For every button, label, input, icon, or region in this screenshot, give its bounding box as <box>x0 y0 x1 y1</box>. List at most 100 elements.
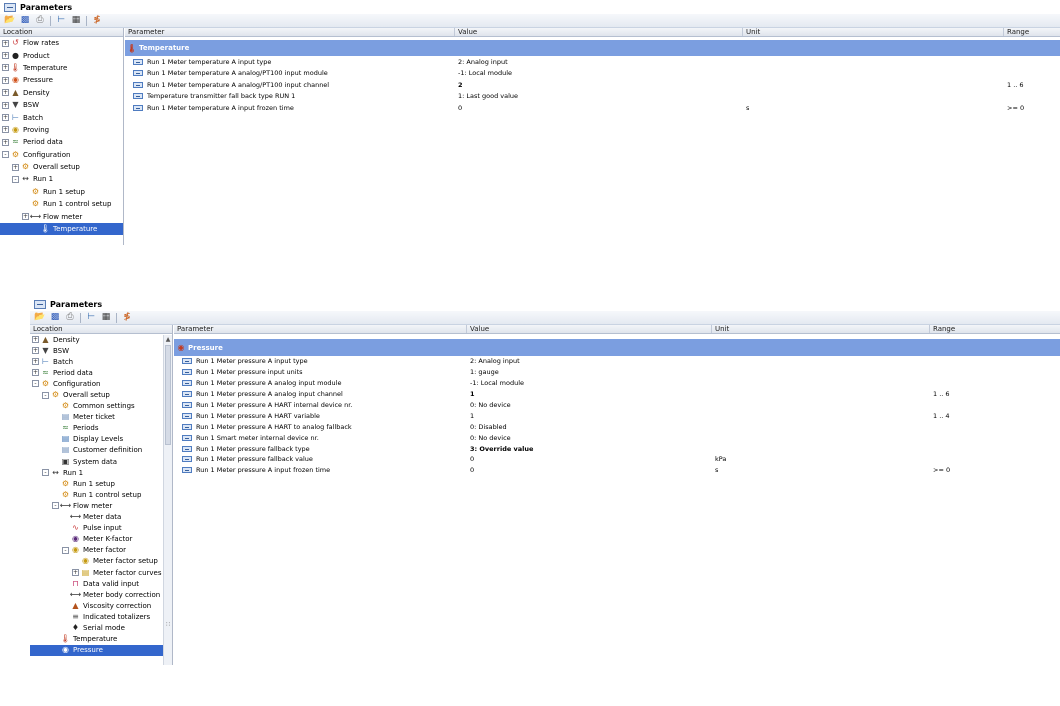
expand-icon[interactable]: + <box>32 369 39 377</box>
column-unit[interactable]: Unit <box>743 28 1004 36</box>
tree-item-serial-mode[interactable]: ♦ Serial mode <box>30 622 172 633</box>
parameter-row[interactable]: Run 1 Meter temperature A analog/PT100 i… <box>125 68 1060 80</box>
tree-item-period-data[interactable]: + ≈ Period data <box>30 367 172 378</box>
column-range[interactable]: Range <box>930 325 1060 333</box>
tree-item-overall-setup[interactable]: - ⚙ Overall setup <box>30 389 172 400</box>
tree-item-period-data[interactable]: + ≈ Period data <box>0 136 123 148</box>
expand-icon[interactable]: + <box>2 52 9 60</box>
value-cell[interactable]: 0: No device <box>467 401 712 409</box>
value-cell[interactable]: 0 <box>467 455 712 463</box>
tree-item-periods[interactable]: ≈ Periods <box>30 423 172 434</box>
value-cell[interactable]: 0: No device <box>467 434 712 442</box>
grip-icon[interactable]: ∷ <box>164 621 172 628</box>
print-icon[interactable]: ⎙ <box>34 15 46 26</box>
tree-item-meter-data[interactable]: ⟷ Meter data <box>30 512 172 523</box>
collapse-icon[interactable]: - <box>2 151 9 159</box>
tree-item-temperature[interactable]: 🌡 Temperature <box>0 222 123 236</box>
parameter-row[interactable]: Run 1 Meter temperature A input frozen t… <box>125 102 1060 114</box>
tree-item-display-levels[interactable]: ▤ Display Levels <box>30 434 172 445</box>
tree-item-configuration[interactable]: - ⚙ Configuration <box>0 149 123 161</box>
value-cell[interactable]: -1: Local module <box>455 69 743 77</box>
tree-item-density[interactable]: + ▲ Density <box>0 87 123 99</box>
tree-item-run-1-control-setup[interactable]: ⚙ Run 1 control setup <box>0 198 123 210</box>
tree-item-common-settings[interactable]: ⚙ Common settings <box>30 401 172 412</box>
column-parameter[interactable]: Parameter <box>174 325 467 333</box>
value-cell[interactable]: 1: gauge <box>467 368 712 376</box>
tree-icon[interactable]: ⊢ <box>55 15 67 26</box>
parameter-row[interactable]: Temperature transmitter fall back type R… <box>125 91 1060 103</box>
parameter-row[interactable]: Run 1 Meter pressure input units 1: gauge <box>174 367 1060 378</box>
value-cell[interactable]: 1: Last good value <box>455 92 743 100</box>
parameter-row[interactable]: Run 1 Meter pressure fallback value 0 kPa <box>174 454 1060 465</box>
tree-item-temperature[interactable]: + 🌡 Temperature <box>0 62 123 74</box>
tree-item-run-1[interactable]: - ↭ Run 1 <box>0 173 123 185</box>
expand-icon[interactable]: + <box>72 569 79 577</box>
tree-item-meter-body-correction[interactable]: ⟷ Meter body correction <box>30 589 172 600</box>
tree-item-overall-setup[interactable]: + ⚙ Overall setup <box>0 161 123 173</box>
expand-icon[interactable]: + <box>32 336 39 344</box>
parameter-row[interactable]: Run 1 Meter temperature A input type 2: A… <box>125 56 1060 68</box>
value-cell[interactable]: -1: Local module <box>467 379 712 387</box>
filter-icon[interactable]: ≸ <box>91 15 103 26</box>
expand-icon[interactable]: + <box>2 138 9 146</box>
expand-icon[interactable]: + <box>2 39 9 47</box>
parameter-row[interactable]: Run 1 Meter pressure fallback type 3: Ove… <box>174 443 1060 454</box>
expand-icon[interactable]: + <box>2 126 9 134</box>
tree-item-meter-factor-setup[interactable]: ◉ Meter factor setup <box>30 556 172 567</box>
collapse-icon[interactable]: - <box>12 175 19 183</box>
tree-icon[interactable]: ⊢ <box>85 312 97 323</box>
value-cell[interactable]: 3: Override value <box>467 445 712 453</box>
value-cell[interactable]: 1 <box>467 412 712 420</box>
column-unit[interactable]: Unit <box>712 325 930 333</box>
tree-scrollbar[interactable]: ▲ ∷ <box>163 335 172 665</box>
grid-icon[interactable]: ▦ <box>100 312 112 323</box>
value-cell[interactable]: 0 <box>467 466 712 474</box>
tree-item-batch[interactable]: + ⊢ Batch <box>0 111 123 123</box>
tree-item-bsw[interactable]: + ▼ BSW <box>0 99 123 111</box>
column-parameter[interactable]: Parameter <box>125 28 455 36</box>
expand-icon[interactable]: + <box>2 101 9 109</box>
value-cell[interactable]: 0: Disabled <box>467 423 712 431</box>
expand-icon[interactable]: + <box>2 64 9 72</box>
tree-item-run-1-setup[interactable]: ⚙ Run 1 setup <box>0 186 123 198</box>
tree-item-meter-factor-curves[interactable]: + ▤ Meter factor curves <box>30 567 172 578</box>
folder-open-icon[interactable]: 📂 <box>34 312 46 323</box>
tree-item-pulse-input[interactable]: ∿ Pulse input <box>30 523 172 534</box>
scroll-thumb[interactable] <box>165 345 171 445</box>
tree-item-run-1-setup[interactable]: ⚙ Run 1 setup <box>30 478 172 489</box>
column-value[interactable]: Value <box>455 28 743 36</box>
tree-item-flow-rates[interactable]: + ↺ Flow rates <box>0 37 123 49</box>
tree-item-flow-meter[interactable]: + ⟷ Flow meter <box>0 210 123 222</box>
group-band-temperature[interactable]: 🌡 Temperature <box>125 40 1060 56</box>
parameter-row[interactable]: Run 1 Smart meter internal device nr. 0: … <box>174 432 1060 443</box>
expand-icon[interactable]: + <box>2 76 9 84</box>
expand-icon[interactable]: + <box>32 358 39 366</box>
scroll-up-icon[interactable]: ▲ <box>164 335 172 344</box>
tree-item-meter-ticket[interactable]: ▤ Meter ticket <box>30 412 172 423</box>
folder-open-icon[interactable]: 📂 <box>4 15 16 26</box>
expand-icon[interactable]: + <box>2 114 9 122</box>
parameter-row[interactable]: Run 1 Meter pressure A HART internal dev… <box>174 400 1060 411</box>
collapse-icon[interactable]: - <box>32 380 39 388</box>
grid-icon[interactable]: ▦ <box>70 15 82 26</box>
tree-item-data-valid-input[interactable]: ⊓ Data valid input <box>30 578 172 589</box>
tree-item-density[interactable]: + ▲ Density <box>30 334 172 345</box>
value-cell[interactable]: 2: Analog input <box>455 58 743 66</box>
tree-item-configuration[interactable]: - ⚙ Configuration <box>30 378 172 389</box>
tree-item-meter-k-factor[interactable]: ◉ Meter K-factor <box>30 534 172 545</box>
print-icon[interactable]: ⎙ <box>64 312 76 323</box>
collapse-icon[interactable]: - <box>62 546 69 554</box>
tree-item-flow-meter[interactable]: - ⟷ Flow meter <box>30 500 172 511</box>
expand-icon[interactable]: + <box>12 163 19 171</box>
column-value[interactable]: Value <box>467 325 712 333</box>
tree-item-product[interactable]: + ● Product <box>0 49 123 61</box>
save-icon[interactable]: ▩ <box>19 15 31 26</box>
tree-item-customer-definition[interactable]: ▤ Customer definition <box>30 445 172 456</box>
tree-item-system-data[interactable]: ▣ System data <box>30 456 172 467</box>
group-band-pressure[interactable]: ◉ Pressure <box>174 339 1060 356</box>
expand-icon[interactable]: + <box>32 347 39 355</box>
collapse-icon[interactable]: - <box>42 391 49 399</box>
tree-item-meter-factor[interactable]: - ◉ Meter factor <box>30 545 172 556</box>
parameter-row[interactable]: Run 1 Meter pressure A analog input chan… <box>174 389 1060 400</box>
parameter-row[interactable]: Run 1 Meter pressure A input frozen time… <box>174 465 1060 476</box>
